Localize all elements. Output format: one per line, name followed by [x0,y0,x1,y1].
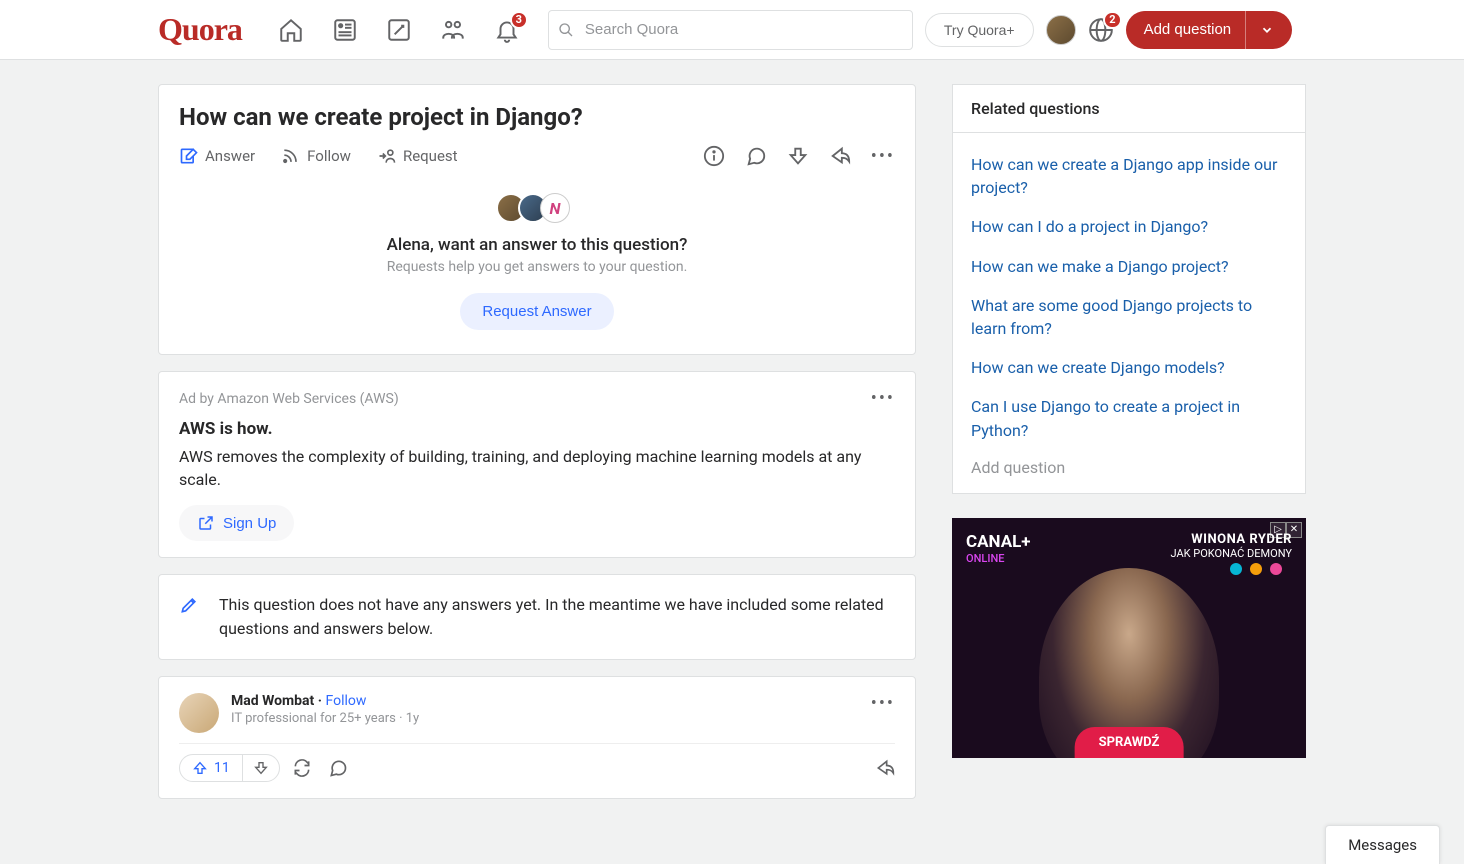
downvote-button[interactable] [243,755,279,781]
ad-card: Ad by Amazon Web Services (AWS) ••• AWS … [158,371,916,558]
sidebar-ad-header: CANAL+ ONLINE WINONA RYDER JAK POKONAĆ D… [952,518,1306,579]
answer-author: Mad Wombat · Follow [231,693,419,709]
signup-label: Sign Up [223,515,276,532]
notifications-icon[interactable]: 3 [494,17,520,43]
more-icon[interactable]: ••• [871,146,895,167]
search-icon [558,22,574,38]
request-prompt-sub: Requests help you get answers to your qu… [179,259,895,275]
related-body: How can we create a Django app inside ou… [953,132,1305,493]
following-icon[interactable] [332,17,358,43]
question-actions-right: ••• [703,145,895,167]
header-inner: Quora 3 Try Quora+ [142,0,1322,59]
avatar-stack-item: N [540,193,570,223]
more-icon[interactable]: ••• [871,693,895,714]
related-link[interactable]: How can we create a Django app inside ou… [971,145,1287,207]
comment-icon[interactable] [328,758,348,778]
home-icon[interactable] [278,17,304,43]
request-prompt-title: Alena, want an answer to this question? [179,235,895,255]
ad-title: AWS is how. [179,419,895,439]
add-question-button[interactable]: Add question [1126,11,1293,49]
header: Quora 3 Try Quora+ [0,0,1464,60]
chevron-down-icon[interactable] [1245,11,1274,49]
answer-button[interactable]: Answer [179,146,255,166]
language-badge: 2 [1103,11,1121,29]
nav-icons: 3 [278,17,520,43]
languages-icon[interactable]: 2 [1088,17,1114,43]
ad-byline: Ad by Amazon Web Services (AWS) [179,391,399,407]
avatar[interactable] [1046,15,1076,45]
question-card: How can we create project in Django? Ans… [158,84,916,355]
ad-brand-sub: ONLINE [966,552,1031,565]
ad-cta-button[interactable]: SPRAWDŹ [1075,727,1184,758]
request-label: Request [403,147,458,165]
ad-header: Ad by Amazon Web Services (AWS) ••• [179,388,895,409]
ad-movie-sub: JAK POKONAĆ DEMONY [1171,547,1292,560]
answer-meta: IT professional for 25+ years · 1y [231,711,419,726]
ad-text: AWS removes the complexity of building, … [179,445,895,491]
add-question-label: Add question [1144,21,1232,38]
messages-tab[interactable]: Messages [1325,825,1440,864]
sidebar-ad[interactable]: ▷ ✕ CANAL+ ONLINE WINONA RYDER JAK POKON… [952,518,1306,758]
answer-card: Mad Wombat · Follow IT professional for … [158,676,916,799]
related-questions-card: Related questions How can we create a Dj… [952,84,1306,494]
follow-author-link[interactable]: Follow [325,693,366,709]
related-link[interactable]: How can I do a project in Django? [971,207,1287,246]
downvote-icon[interactable] [787,145,809,167]
related-link[interactable]: How can we make a Django project? [971,247,1287,286]
answer-user: Mad Wombat · Follow IT professional for … [179,693,419,733]
comment-icon[interactable] [745,145,767,167]
follow-label: Follow [307,147,351,165]
repost-icon[interactable] [292,758,312,778]
no-answers-card: This question does not have any answers … [158,574,916,660]
related-link[interactable]: How can we create Django models? [971,348,1287,387]
no-answers-text: This question does not have any answers … [219,593,895,641]
follow-button[interactable]: Follow [281,146,351,166]
try-quora-plus-button[interactable]: Try Quora+ [925,13,1034,47]
share-icon[interactable] [829,145,851,167]
answer-footer: 11 [179,743,895,782]
question-actions-left: Answer Follow Request [179,146,458,166]
answer-label: Answer [205,147,255,165]
avatar[interactable] [179,693,219,733]
answer-icon[interactable] [386,17,412,43]
related-link[interactable]: Can I use Django to create a project in … [971,387,1287,449]
upvote-count: 11 [214,760,230,776]
share-icon[interactable] [875,758,895,778]
edit-icon [179,595,199,615]
answer-footer-icons [292,758,348,778]
related-heading: Related questions [953,85,1305,132]
spaces-icon[interactable] [440,17,466,43]
question-actions: Answer Follow Request • [179,145,895,167]
related-link[interactable]: What are some good Django projects to le… [971,286,1287,348]
ad-brand: CANAL+ [966,532,1031,552]
more-icon[interactable]: ••• [871,388,895,409]
author-name[interactable]: Mad Wombat [231,693,314,709]
ad-movie-name: WINONA RYDER [1171,532,1292,547]
add-question-link[interactable]: Add question [971,450,1287,477]
question-title: How can we create project in Django? [179,103,895,131]
notification-badge: 3 [510,11,528,29]
info-icon[interactable] [703,145,725,167]
request-block: N Alena, want an answer to this question… [179,193,895,330]
ad-movie: WINONA RYDER JAK POKONAĆ DEMONY [1171,532,1292,565]
sidebar: Related questions How can we create a Dj… [952,84,1306,758]
avatar-stack: N [179,193,895,223]
request-button[interactable]: Request [377,146,458,166]
request-answer-button[interactable]: Request Answer [460,293,613,330]
answer-header: Mad Wombat · Follow IT professional for … [179,693,895,733]
vote-group: 11 [179,754,280,782]
search-box [548,10,913,50]
search-input[interactable] [548,10,913,50]
container: How can we create project in Django? Ans… [142,60,1322,799]
logo[interactable]: Quora [158,11,242,48]
external-link-icon [197,514,215,532]
upvote-button[interactable]: 11 [180,755,243,781]
signup-button[interactable]: Sign Up [179,505,294,541]
main-column: How can we create project in Django? Ans… [158,84,916,799]
